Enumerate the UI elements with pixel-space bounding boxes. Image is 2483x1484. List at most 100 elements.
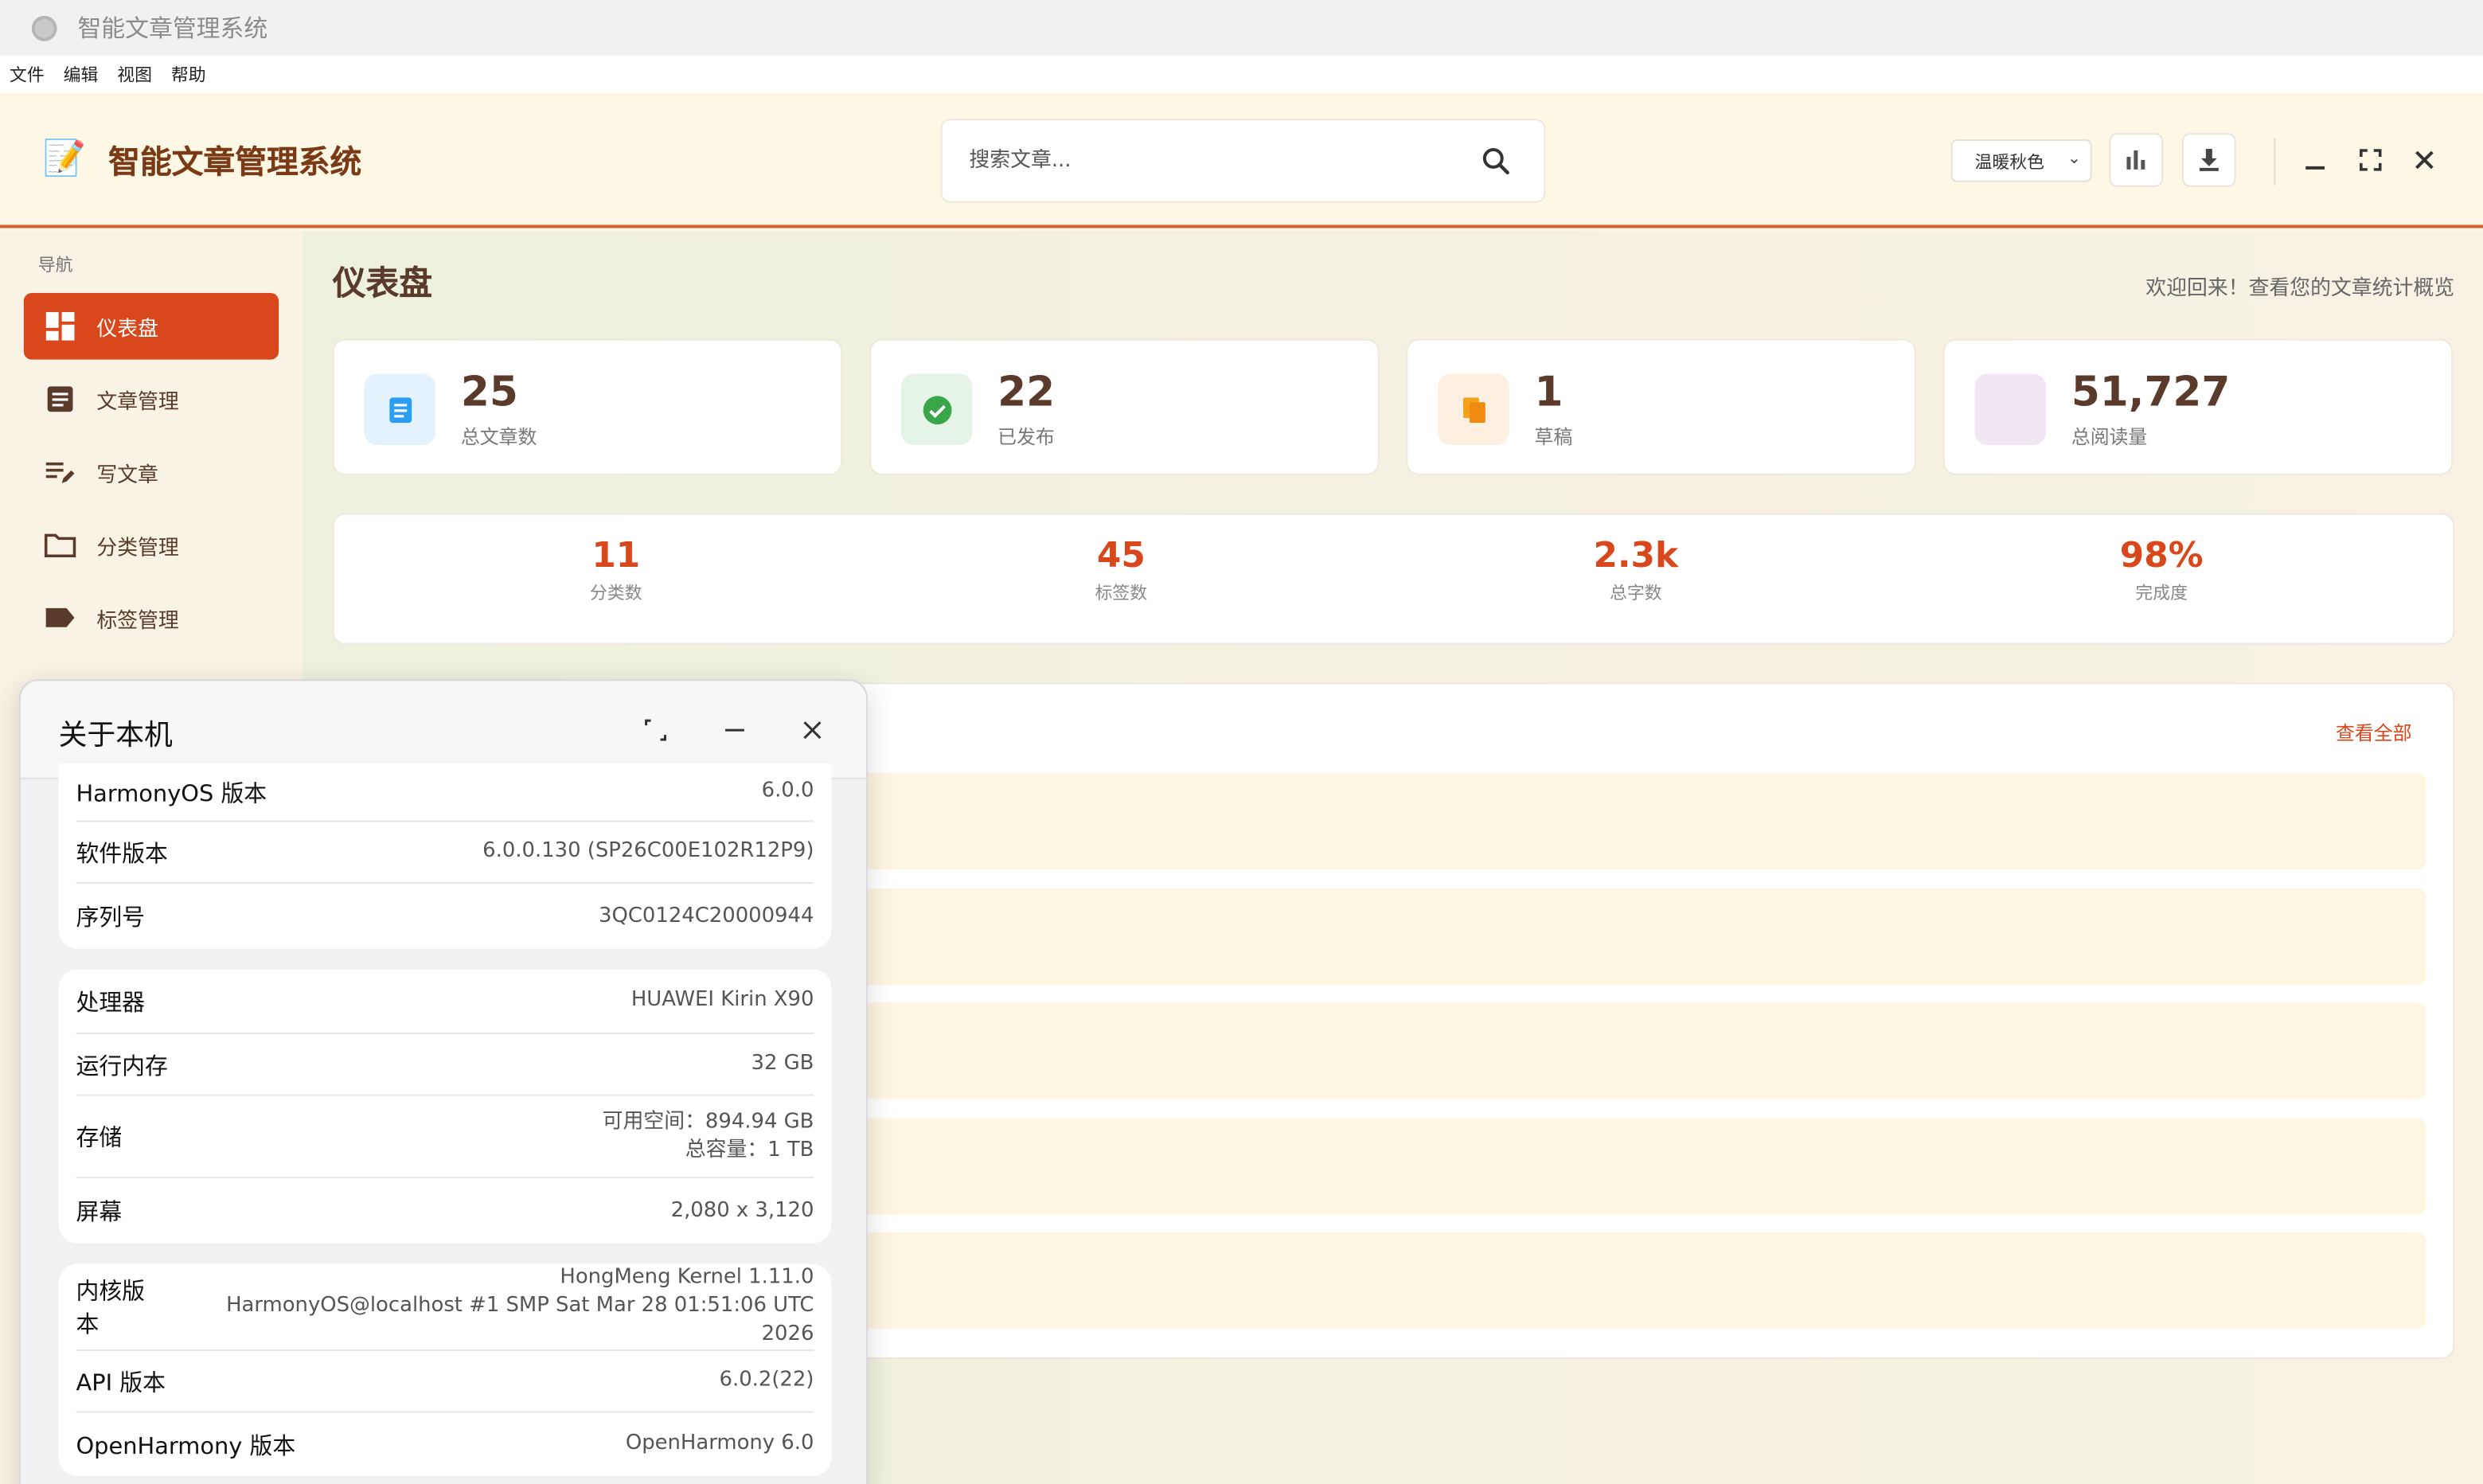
menu-help[interactable]: 帮助 [171, 62, 206, 88]
stat-label: 总阅读量 [2071, 426, 2148, 448]
about-value: 总容量：1 TB [685, 1138, 814, 1162]
maximize-icon [2360, 149, 2382, 171]
menu-file[interactable]: 文件 [10, 62, 45, 88]
sidebar-item-write[interactable]: 写文章 [24, 439, 279, 506]
sidebar-item-label: 文章管理 [96, 390, 179, 415]
menu-view[interactable]: 视图 [117, 62, 152, 88]
about-key: 软件版本 [76, 842, 168, 868]
stat-label: 总文章数 [460, 426, 537, 448]
close-icon [2415, 150, 2434, 170]
metric-label: 完成度 [2135, 583, 2188, 603]
minimize-icon [725, 728, 744, 732]
about-row: 屏幕 2,080 x 3,120 [76, 1178, 814, 1244]
maximize-button[interactable] [2352, 141, 2390, 179]
app-icon [31, 14, 57, 41]
restore-icon [645, 719, 666, 741]
stats-button[interactable] [2109, 133, 2164, 187]
about-group-software: HarmonyOS 版本 6.0.0 软件版本 6.0.0.130 (SP26C… [58, 763, 832, 949]
about-row: 处理器 HUAWEI Kirin X90 [76, 969, 814, 1035]
about-value: 6.0.0 [761, 779, 814, 803]
sidebar-item-tags[interactable]: 标签管理 [24, 584, 279, 651]
about-row: 软件版本 6.0.0.130 (SP26C00E102R12P9) [76, 822, 814, 885]
sidebar-item-label: 写文章 [96, 463, 158, 487]
about-key: 运行内存 [76, 1053, 168, 1080]
minimize-button[interactable] [2296, 141, 2334, 179]
search-icon[interactable] [1481, 146, 1513, 178]
about-row: 序列号 3QC0124C20000944 [76, 884, 814, 949]
metric-label: 标签数 [1095, 583, 1148, 603]
download-icon [2199, 148, 2219, 171]
welcome-text: 欢迎回来！查看您的文章统计概览 [2145, 277, 2455, 301]
write-icon [45, 456, 76, 488]
about-key: 内核版本 [76, 1279, 146, 1338]
metric-categories: 11 分类数 [521, 537, 711, 605]
search-input[interactable] [969, 148, 1476, 173]
stat-value: 22 [997, 369, 1056, 417]
close-icon [803, 721, 822, 740]
about-value: HongMeng Kernel 1.11.0 [560, 1265, 814, 1290]
about-group-hardware: 处理器 HUAWEI Kirin X90 运行内存 32 GB 存储 可用空间：… [58, 969, 832, 1244]
about-row: OpenHarmony 版本 OpenHarmony 6.0 [76, 1412, 814, 1476]
metric-tags: 45 标签数 [1026, 537, 1216, 605]
theme-select[interactable]: 温暖秋色 ⌄ [1950, 139, 2092, 182]
about-key: 序列号 [76, 905, 146, 931]
stat-value: 25 [460, 369, 518, 417]
menu-edit[interactable]: 编辑 [64, 62, 99, 88]
document-icon [364, 373, 436, 446]
window-title: 智能文章管理系统 [77, 14, 268, 43]
about-key: HarmonyOS 版本 [76, 781, 267, 807]
about-value-group: 可用空间：894.94 GB 总容量：1 TB [603, 1108, 814, 1166]
search-box [940, 119, 1546, 203]
export-button[interactable] [2182, 133, 2236, 187]
sidebar-item-categories[interactable]: 分类管理 [24, 512, 279, 579]
metric-label: 总字数 [1609, 583, 1662, 603]
about-value: OpenHarmony 6.0 [625, 1431, 814, 1456]
about-value: HarmonyOS@localhost #1 SMP Sat Mar 28 01… [226, 1294, 814, 1346]
about-value: 6.0.0.130 (SP26C00E102R12P9) [482, 839, 814, 864]
about-value: 6.0.2(22) [719, 1368, 814, 1392]
about-value: HUAWEI Kirin X90 [631, 988, 814, 1013]
about-row: 内核版本 HongMeng Kernel 1.11.0 HarmonyOS@lo… [76, 1263, 814, 1351]
about-group-system: 内核版本 HongMeng Kernel 1.11.0 HarmonyOS@lo… [58, 1263, 832, 1477]
about-dialog-title: 关于本机 [58, 719, 173, 752]
about-row: 存储 可用空间：894.94 GB 总容量：1 TB [76, 1096, 814, 1179]
memo-icon: 📝 [42, 139, 87, 179]
sidebar-item-articles[interactable]: 文章管理 [24, 366, 279, 433]
window-titlebar: 智能文章管理系统 [0, 0, 2483, 56]
article-icon [45, 383, 76, 415]
chevron-down-icon: ⌄ [2067, 150, 2081, 168]
about-value-group: HongMeng Kernel 1.11.0 HarmonyOS@localho… [168, 1263, 814, 1349]
sidebar-item-dashboard[interactable]: 仪表盘 [23, 293, 279, 360]
brand: 📝 智能文章管理系统 [43, 136, 362, 182]
stat-card-drafts: 1 草稿 [1406, 338, 1916, 475]
stat-label: 已发布 [997, 426, 1055, 448]
about-row: API 版本 6.0.2(22) [76, 1351, 814, 1413]
page-title: 仪表盘 [332, 264, 433, 303]
copy-icon [1438, 373, 1509, 446]
stat-label: 草稿 [1534, 426, 1573, 448]
header-divider [2274, 138, 2276, 186]
metric-value: 11 [591, 537, 641, 577]
sidebar-item-label: 仪表盘 [96, 317, 158, 342]
metric-completion: 98% 完成度 [2067, 537, 2257, 605]
app-header: 📝 智能文章管理系统 温暖秋色 ⌄ [0, 93, 2483, 228]
restore-button[interactable] [638, 713, 673, 748]
minimize-icon [2305, 166, 2325, 170]
view-all-link[interactable]: 查看全部 [2336, 719, 2412, 746]
metric-value: 2.3k [1593, 537, 1679, 577]
about-dialog: 关于本机 HarmonyOS 版本 6.0.0 软件版本 6.0.0.130 (… [18, 679, 869, 1484]
close-button[interactable] [2406, 141, 2444, 179]
stat-card-views: 51,727 总阅读量 [1942, 338, 2454, 475]
about-value: 2,080 x 3,120 [670, 1197, 814, 1222]
menubar: 文件 编辑 视图 帮助 [0, 55, 2483, 94]
about-close-button[interactable] [795, 713, 830, 748]
about-key: API 版本 [76, 1370, 166, 1396]
about-minimize-button[interactable] [717, 713, 752, 748]
stat-value: 51,727 [2071, 369, 2231, 417]
stat-card-total: 25 总文章数 [332, 338, 843, 475]
about-value: 32 GB [751, 1051, 814, 1076]
check-circle-icon [900, 373, 973, 446]
about-key: OpenHarmony 版本 [76, 1434, 296, 1460]
metric-value: 98% [2119, 537, 2204, 577]
dashboard-icon [45, 310, 76, 342]
